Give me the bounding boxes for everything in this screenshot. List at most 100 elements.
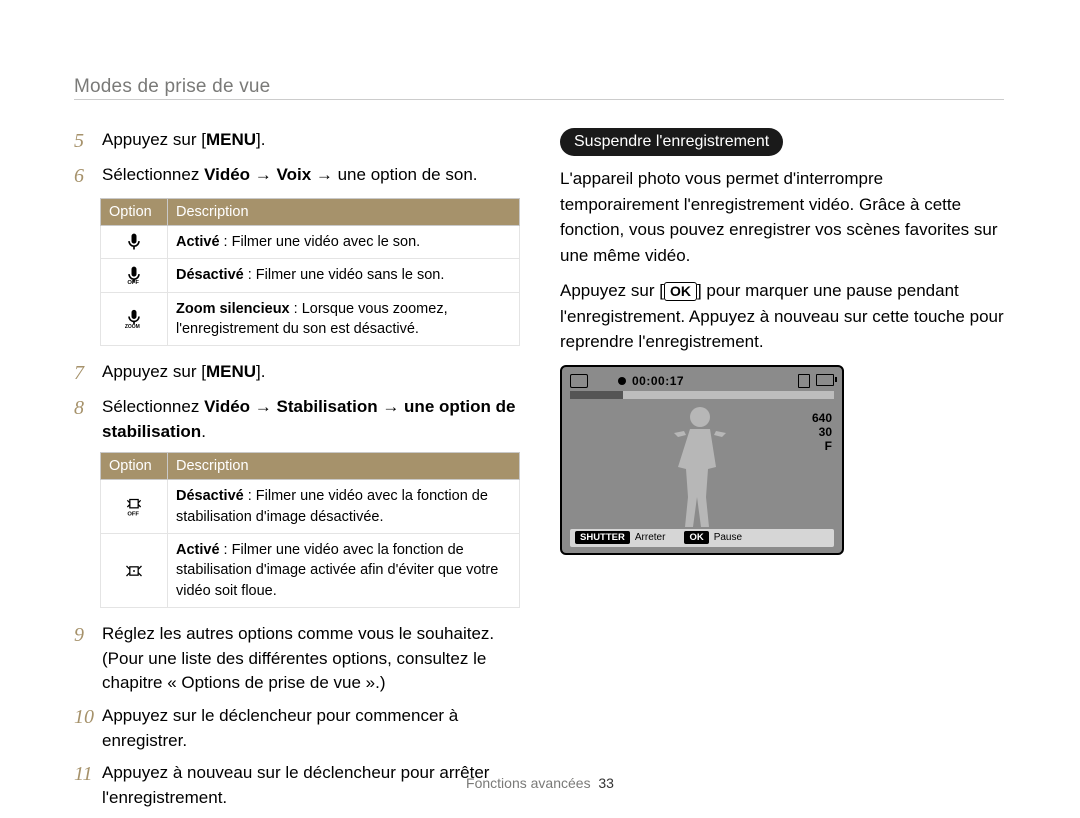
text: Sélectionnez xyxy=(102,165,204,184)
battery-icon xyxy=(816,374,834,386)
text: Sélectionnez xyxy=(102,397,204,416)
step-7: 7 Appuyez sur [MENU]. xyxy=(74,360,524,387)
ok-label: OK xyxy=(684,531,708,544)
bold: Désactivé xyxy=(176,267,244,283)
stabilisation-on-icon xyxy=(109,561,159,581)
table-row: OFF Désactivé : Filmer une vidéo avec la… xyxy=(101,480,520,534)
left-column: 5 Appuyez sur [MENU]. 6 Sélectionnez Vid… xyxy=(74,128,524,818)
option-icon-cell xyxy=(101,226,168,259)
footer-chapter: Fonctions avancées xyxy=(466,775,591,791)
recording-time: 00:00:17 xyxy=(632,374,684,388)
section-header: Modes de prise de vue xyxy=(74,76,270,98)
svg-text:ZOOM: ZOOM xyxy=(125,324,140,329)
text: → une option de son. xyxy=(311,165,477,184)
step-body: Appuyez sur le déclencheur pour commence… xyxy=(102,704,524,753)
text: . xyxy=(201,422,206,441)
step-body: Sélectionnez Vidéo → Stabilisation → une… xyxy=(102,395,524,444)
text: : Filmer une vidéo sans le son. xyxy=(244,267,445,283)
table-row: ZOOM Zoom silencieux : Lorsque vous zoom… xyxy=(101,292,520,346)
option-icon-cell: OFF xyxy=(101,259,168,292)
resolution-indicator: 640 xyxy=(812,411,832,425)
step-body: Sélectionnez Vidéo → Voix → une option d… xyxy=(102,163,478,190)
step-body: Appuyez sur [MENU]. xyxy=(102,360,265,387)
shutter-label: SHUTTER xyxy=(575,531,630,544)
option-icon-cell: ZOOM xyxy=(101,292,168,346)
step-number: 5 xyxy=(74,128,102,155)
bold: Activé xyxy=(176,542,220,558)
step-number: 6 xyxy=(74,163,102,190)
menu-label: MENU xyxy=(206,130,256,149)
text: : Filmer une vidéo avec la fonction de s… xyxy=(176,542,498,599)
table-row: Activé : Filmer une vidéo avec le son. xyxy=(101,226,520,259)
text: ]. xyxy=(256,130,265,149)
th-description: Description xyxy=(168,199,520,226)
th-option: Option xyxy=(101,453,168,480)
step-10: 10 Appuyez sur le déclencheur pour comme… xyxy=(74,704,524,753)
fps-indicator: 30 xyxy=(819,425,832,439)
progress-fill xyxy=(570,391,623,399)
step-8: 8 Sélectionnez Vidéo → Stabilisation → u… xyxy=(74,395,524,444)
bold: Désactivé xyxy=(176,488,244,504)
option-desc: Désactivé : Filmer une vidéo sans le son… xyxy=(168,259,520,292)
bold: Voix xyxy=(277,165,312,184)
text: Appuyez sur [ xyxy=(560,281,664,300)
options-table-sound: Option Description Activé : Filmer une v… xyxy=(100,198,520,346)
ok-action: Pause xyxy=(714,532,742,543)
option-desc: Zoom silencieux : Lorsque vous zoomez, l… xyxy=(168,292,520,346)
arrow: → xyxy=(250,397,276,416)
page-footer: Fonctions avancées 33 xyxy=(0,775,1080,791)
camera-screen-illustration: 00:00:17 640 30 F SHUTTER Arreter OK Pau… xyxy=(560,365,844,555)
microphone-off-icon: OFF xyxy=(109,265,159,285)
th-description: Description xyxy=(168,453,520,480)
step-number: 10 xyxy=(74,704,102,753)
bold: Stabilisation xyxy=(277,397,378,416)
stabilisation-off-icon: OFF xyxy=(109,497,159,517)
arrow: → xyxy=(250,165,276,184)
text: : Filmer une vidéo avec le son. xyxy=(220,234,421,250)
step-number: 9 xyxy=(74,622,102,696)
text: ]. xyxy=(256,362,265,381)
right-column: Suspendre l'enregistrement L'appareil ph… xyxy=(560,128,1005,555)
options-table-stabilisation: Option Description OFF Désactivé : Filme… xyxy=(100,452,520,607)
text: Appuyez sur [ xyxy=(102,362,206,381)
step-6: 6 Sélectionnez Vidéo → Voix → une option… xyxy=(74,163,524,190)
record-dot-icon xyxy=(618,377,626,385)
bold: Zoom silencieux xyxy=(176,301,290,317)
bold: Vidéo xyxy=(204,165,250,184)
table-header-row: Option Description xyxy=(101,199,520,226)
step-number: 7 xyxy=(74,360,102,387)
sdcard-icon xyxy=(798,374,810,388)
progress-bar xyxy=(570,391,834,399)
step-body: Appuyez sur [MENU]. xyxy=(102,128,265,155)
subject-silhouette-icon xyxy=(670,403,730,531)
step-number: 8 xyxy=(74,395,102,444)
th-option: Option xyxy=(101,199,168,226)
callout-heading: Suspendre l'enregistrement xyxy=(560,128,783,156)
shutter-action: Arreter xyxy=(635,532,666,543)
menu-label: MENU xyxy=(206,362,256,381)
step-5: 5 Appuyez sur [MENU]. xyxy=(74,128,524,155)
table-header-row: Option Description xyxy=(101,453,520,480)
header-rule xyxy=(74,99,1004,100)
svg-text:OFF: OFF xyxy=(127,281,139,286)
ok-button-icon: OK xyxy=(664,282,697,301)
paragraph: Appuyez sur [OK] pour marquer une pause … xyxy=(560,278,1005,355)
step-9: 9 Réglez les autres options comme vous l… xyxy=(74,622,524,696)
paragraph: L'appareil photo vous permet d'interromp… xyxy=(560,166,1005,268)
option-desc: Activé : Filmer une vidéo avec la foncti… xyxy=(168,534,520,608)
option-desc: Activé : Filmer une vidéo avec le son. xyxy=(168,226,520,259)
video-mode-icon xyxy=(570,374,588,388)
text: Appuyez sur [ xyxy=(102,130,206,149)
step-body: Réglez les autres options comme vous le … xyxy=(102,622,524,696)
page-number: 33 xyxy=(598,775,614,791)
table-row: OFF Désactivé : Filmer une vidéo sans le… xyxy=(101,259,520,292)
microphone-zoom-icon: ZOOM xyxy=(109,309,159,329)
bold: Vidéo xyxy=(204,397,250,416)
focus-indicator: F xyxy=(825,439,832,453)
screen-bottom-bar: SHUTTER Arreter OK Pause xyxy=(570,529,834,547)
microphone-icon xyxy=(109,232,159,252)
table-row: Activé : Filmer une vidéo avec la foncti… xyxy=(101,534,520,608)
option-icon-cell xyxy=(101,534,168,608)
arrow: → xyxy=(378,397,404,416)
option-icon-cell: OFF xyxy=(101,480,168,534)
